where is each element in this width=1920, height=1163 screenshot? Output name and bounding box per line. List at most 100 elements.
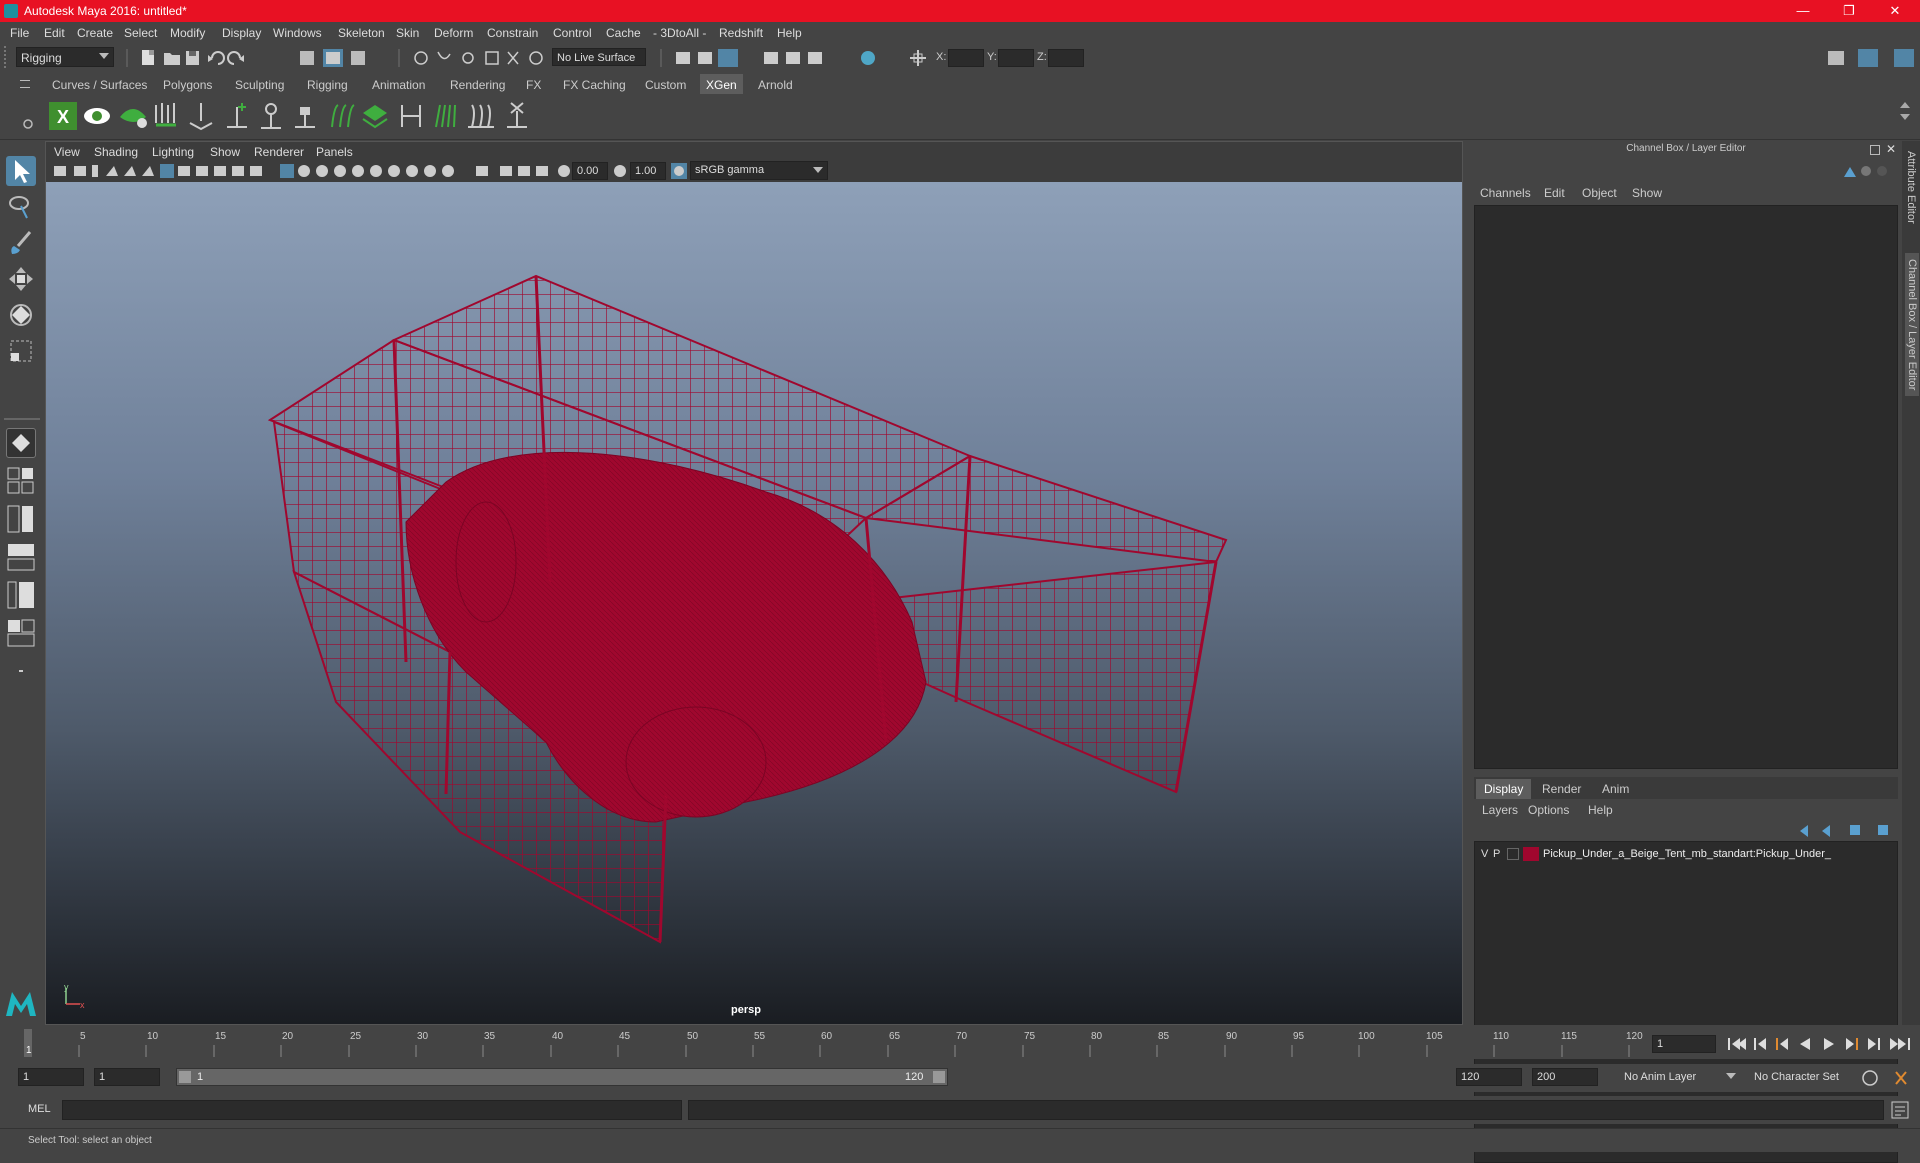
menu-display[interactable]: Display (222, 26, 261, 40)
shelf-tab-arnold[interactable]: Arnold (752, 76, 799, 94)
four-view-layout-button[interactable] (6, 466, 36, 496)
layer-tab-render[interactable]: Render (1542, 782, 1581, 796)
add-guide-icon[interactable] (222, 101, 252, 131)
paint-select-tool-button[interactable] (6, 228, 36, 258)
float-panel-icon[interactable] (1870, 145, 1880, 155)
live-surface-field[interactable]: No Live Surface (552, 48, 646, 66)
view-transform-dropdown[interactable]: sRGB gamma (690, 161, 828, 180)
move-tool-button[interactable] (6, 264, 36, 294)
menu-3dtoall[interactable]: - 3DtoAll - (653, 26, 706, 40)
layer-menu-help[interactable]: Help (1588, 803, 1613, 817)
select-guides-icon[interactable] (256, 101, 286, 131)
channel-menu-show[interactable]: Show (1632, 186, 1662, 200)
shelf-tab-sculpting[interactable]: Sculpting (229, 76, 290, 94)
persp-graph-layout-button[interactable] (6, 580, 36, 610)
channel-box-tool-icons[interactable] (1840, 163, 1890, 179)
menu-deform[interactable]: Deform (434, 26, 473, 40)
channel-menu-object[interactable]: Object (1582, 186, 1617, 200)
close-panel-icon[interactable]: ✕ (1886, 142, 1896, 156)
viewport-menu-renderer[interactable]: Renderer (254, 145, 304, 159)
layer-display-type-box[interactable] (1507, 848, 1519, 860)
persp-hypershade-layout-button[interactable] (6, 618, 36, 648)
x-coordinate-field[interactable] (948, 49, 984, 67)
viewport-menu-panels[interactable]: Panels (316, 145, 353, 159)
menu-constrain[interactable]: Constrain (487, 26, 538, 40)
script-language-label[interactable]: MEL (28, 1103, 51, 1115)
channel-menu-edit[interactable]: Edit (1544, 186, 1565, 200)
scale-tool-button[interactable] (6, 336, 36, 366)
layer-tab-anim[interactable]: Anim (1602, 782, 1629, 796)
sculpt-guides-icon[interactable] (432, 101, 462, 131)
exposure-field[interactable]: 0.00 (572, 162, 608, 180)
layer-menu-layers[interactable]: Layers (1482, 803, 1518, 817)
workspace-toggles[interactable] (1824, 48, 1918, 68)
layer-tab-display[interactable]: Display (1476, 779, 1532, 799)
time-ruler[interactable]: 1 5 10 15 20 25 30 35 40 45 50 55 60 65 … (22, 1027, 1643, 1057)
shelf-tab-custom[interactable]: Custom (639, 76, 692, 94)
time-slider[interactable]: 1 5 10 15 20 25 30 35 40 45 50 55 60 65 … (0, 1025, 1920, 1059)
restore-button[interactable]: ❐ (1826, 0, 1872, 22)
channel-menu-channels[interactable]: Channels (1480, 186, 1531, 200)
lasso-tool-button[interactable] (6, 192, 36, 222)
character-set-dropdown[interactable]: No Character Set (1750, 1068, 1870, 1088)
z-coordinate-field[interactable] (1048, 49, 1084, 67)
color-management-icon[interactable] (670, 162, 688, 180)
xgen-editor-icon[interactable]: X (48, 101, 78, 131)
shelf-tab-animation[interactable]: Animation (366, 76, 431, 94)
range-start-handle[interactable] (179, 1071, 191, 1083)
shelf-scroll-arrows[interactable] (1898, 100, 1912, 134)
command-input[interactable] (62, 1100, 682, 1120)
menu-windows[interactable]: Windows (273, 26, 322, 40)
channel-box-tab[interactable]: Channel Box / Layer Editor (1905, 253, 1919, 397)
shelf-tab-fx[interactable]: FX (520, 76, 547, 94)
xgen-visibility-icon[interactable] (82, 101, 112, 131)
layer-name[interactable]: Pickup_Under_a_Beige_Tent_mb_standart:Pi… (1543, 848, 1831, 860)
range-end-handle[interactable] (933, 1071, 945, 1083)
animation-end-field[interactable]: 200 (1532, 1068, 1598, 1086)
y-coordinate-field[interactable] (998, 49, 1034, 67)
minimize-button[interactable]: — (1780, 0, 1826, 22)
shelf-tab-polygons[interactable]: Polygons (157, 76, 218, 94)
select-tool-button[interactable] (6, 156, 36, 186)
render-tools[interactable] (672, 48, 882, 68)
viewport-menu-view[interactable]: View (54, 145, 80, 159)
layer-tool-icons[interactable] (1796, 821, 1896, 839)
menu-help[interactable]: Help (777, 26, 802, 40)
toolbox-more-button[interactable] (6, 656, 36, 686)
menu-file[interactable]: File (10, 26, 29, 40)
menu-skin[interactable]: Skin (396, 26, 419, 40)
delete-guides-icon[interactable] (502, 101, 532, 131)
layer-playback-toggle[interactable]: P (1493, 848, 1500, 860)
range-tool-icons[interactable] (1860, 1068, 1916, 1088)
range-slider[interactable]: 1 120 (176, 1068, 948, 1086)
two-view-layout-button[interactable] (6, 504, 36, 534)
menu-create[interactable]: Create (77, 26, 113, 40)
menu-select[interactable]: Select (124, 26, 157, 40)
grip-handle[interactable] (4, 46, 8, 68)
animation-start-field[interactable]: 1 (18, 1068, 84, 1086)
layer-visibility-toggle[interactable]: V (1481, 848, 1488, 860)
gamma-field[interactable]: 1.00 (630, 162, 666, 180)
shelf-tab-rendering[interactable]: Rendering (444, 76, 511, 94)
xgen-grooming-brush-icon[interactable] (152, 101, 182, 131)
anim-layer-dropdown[interactable]: No Anim Layer (1620, 1068, 1740, 1088)
menu-skeleton[interactable]: Skeleton (338, 26, 385, 40)
menu-redshift[interactable]: Redshift (719, 26, 763, 40)
rotate-tool-button[interactable] (6, 300, 36, 330)
lock-guides-icon[interactable] (290, 101, 320, 131)
viewport-menu-shading[interactable]: Shading (94, 145, 138, 159)
snap-tools[interactable] (412, 48, 552, 68)
single-view-layout-button[interactable] (6, 428, 36, 458)
layer-menu-options[interactable]: Options (1528, 803, 1569, 817)
persp-outliner-layout-button[interactable] (6, 542, 36, 572)
guides-to-curves-icon[interactable] (326, 101, 356, 131)
attribute-editor-tab[interactable]: Attribute Editor (1905, 151, 1917, 224)
menu-control[interactable]: Control (553, 26, 592, 40)
playback-end-field[interactable]: 120 (1456, 1068, 1522, 1086)
current-frame-field[interactable]: 1 (1652, 1035, 1716, 1053)
create-description-icon[interactable] (360, 101, 390, 131)
shelf-menu-icon[interactable] (20, 80, 30, 88)
layer-color-swatch[interactable] (1523, 847, 1539, 861)
close-button[interactable]: ✕ (1872, 0, 1918, 22)
modify-guides-icon[interactable] (396, 101, 426, 131)
